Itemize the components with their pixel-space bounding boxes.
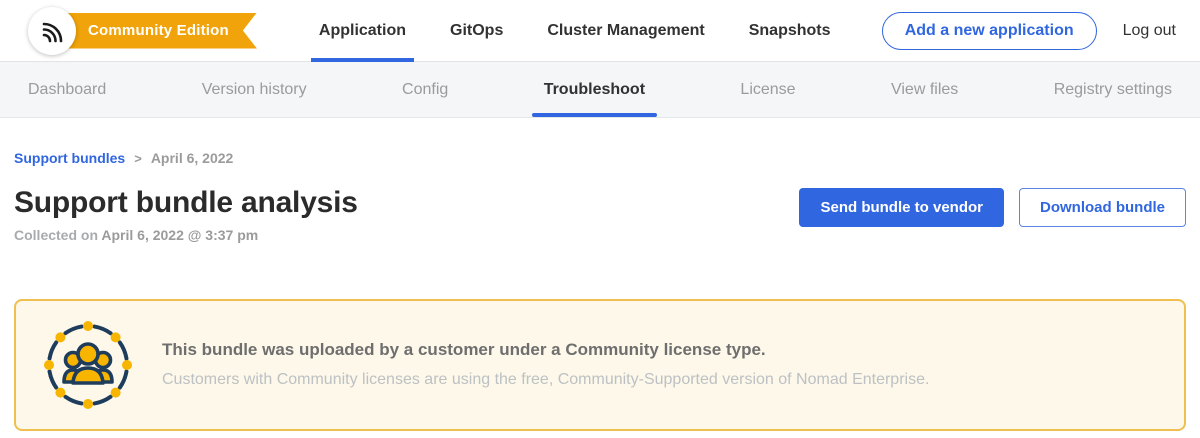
subnav-version-history[interactable]: Version history <box>198 62 311 117</box>
breadcrumb-current: April 6, 2022 <box>151 150 234 166</box>
banner-body: Customers with Community licenses are us… <box>162 371 929 389</box>
title-row: Support bundle analysis Collected on Apr… <box>14 186 1186 243</box>
header-actions: Add a new application Log out <box>882 12 1176 50</box>
tab-cluster-management[interactable]: Cluster Management <box>525 0 726 61</box>
community-license-banner: This bundle was uploaded by a customer u… <box>14 299 1186 431</box>
brand-area: Community Edition <box>28 7 257 55</box>
add-new-application-button[interactable]: Add a new application <box>882 12 1097 50</box>
logout-link[interactable]: Log out <box>1123 22 1176 40</box>
tab-snapshots[interactable]: Snapshots <box>727 0 853 61</box>
page-title: Support bundle analysis <box>14 186 358 220</box>
title-block: Support bundle analysis Collected on Apr… <box>14 186 358 243</box>
subnav-dashboard[interactable]: Dashboard <box>24 62 110 117</box>
tab-application[interactable]: Application <box>297 0 428 61</box>
subnav-registry-settings[interactable]: Registry settings <box>1050 62 1176 117</box>
community-people-icon <box>42 319 134 411</box>
banner-text: This bundle was uploaded by a customer u… <box>162 340 929 391</box>
main-content: Support bundles > April 6, 2022 Support … <box>0 150 1200 431</box>
send-bundle-to-vendor-button[interactable]: Send bundle to vendor <box>799 188 1004 227</box>
subnav-view-files[interactable]: View files <box>887 62 962 117</box>
bundle-actions: Send bundle to vendor Download bundle <box>799 186 1186 227</box>
subnav-license[interactable]: License <box>736 62 799 117</box>
replicated-logo-icon[interactable] <box>28 7 76 55</box>
download-bundle-button[interactable]: Download bundle <box>1019 188 1186 227</box>
signal-wave-icon <box>37 16 67 46</box>
banner-heading: This bundle was uploaded by a customer u… <box>162 340 929 360</box>
breadcrumb-support-bundles-link[interactable]: Support bundles <box>14 150 125 166</box>
subnav-troubleshoot[interactable]: Troubleshoot <box>540 62 649 117</box>
breadcrumb-separator: > <box>134 151 142 166</box>
primary-nav: Application GitOps Cluster Management Sn… <box>297 0 853 61</box>
tab-gitops[interactable]: GitOps <box>428 0 525 61</box>
top-header: Community Edition Application GitOps Clu… <box>0 0 1200 62</box>
breadcrumb: Support bundles > April 6, 2022 <box>14 150 1186 166</box>
collected-prefix: Collected on <box>14 227 101 243</box>
subnav-config[interactable]: Config <box>398 62 452 117</box>
community-edition-badge: Community Edition <box>54 13 257 49</box>
collected-timestamp: Collected on April 6, 2022 @ 3:37 pm <box>14 227 358 243</box>
collected-date: April 6, 2022 @ 3:37 pm <box>101 227 258 243</box>
app-subnav: Dashboard Version history Config Trouble… <box>0 62 1200 118</box>
